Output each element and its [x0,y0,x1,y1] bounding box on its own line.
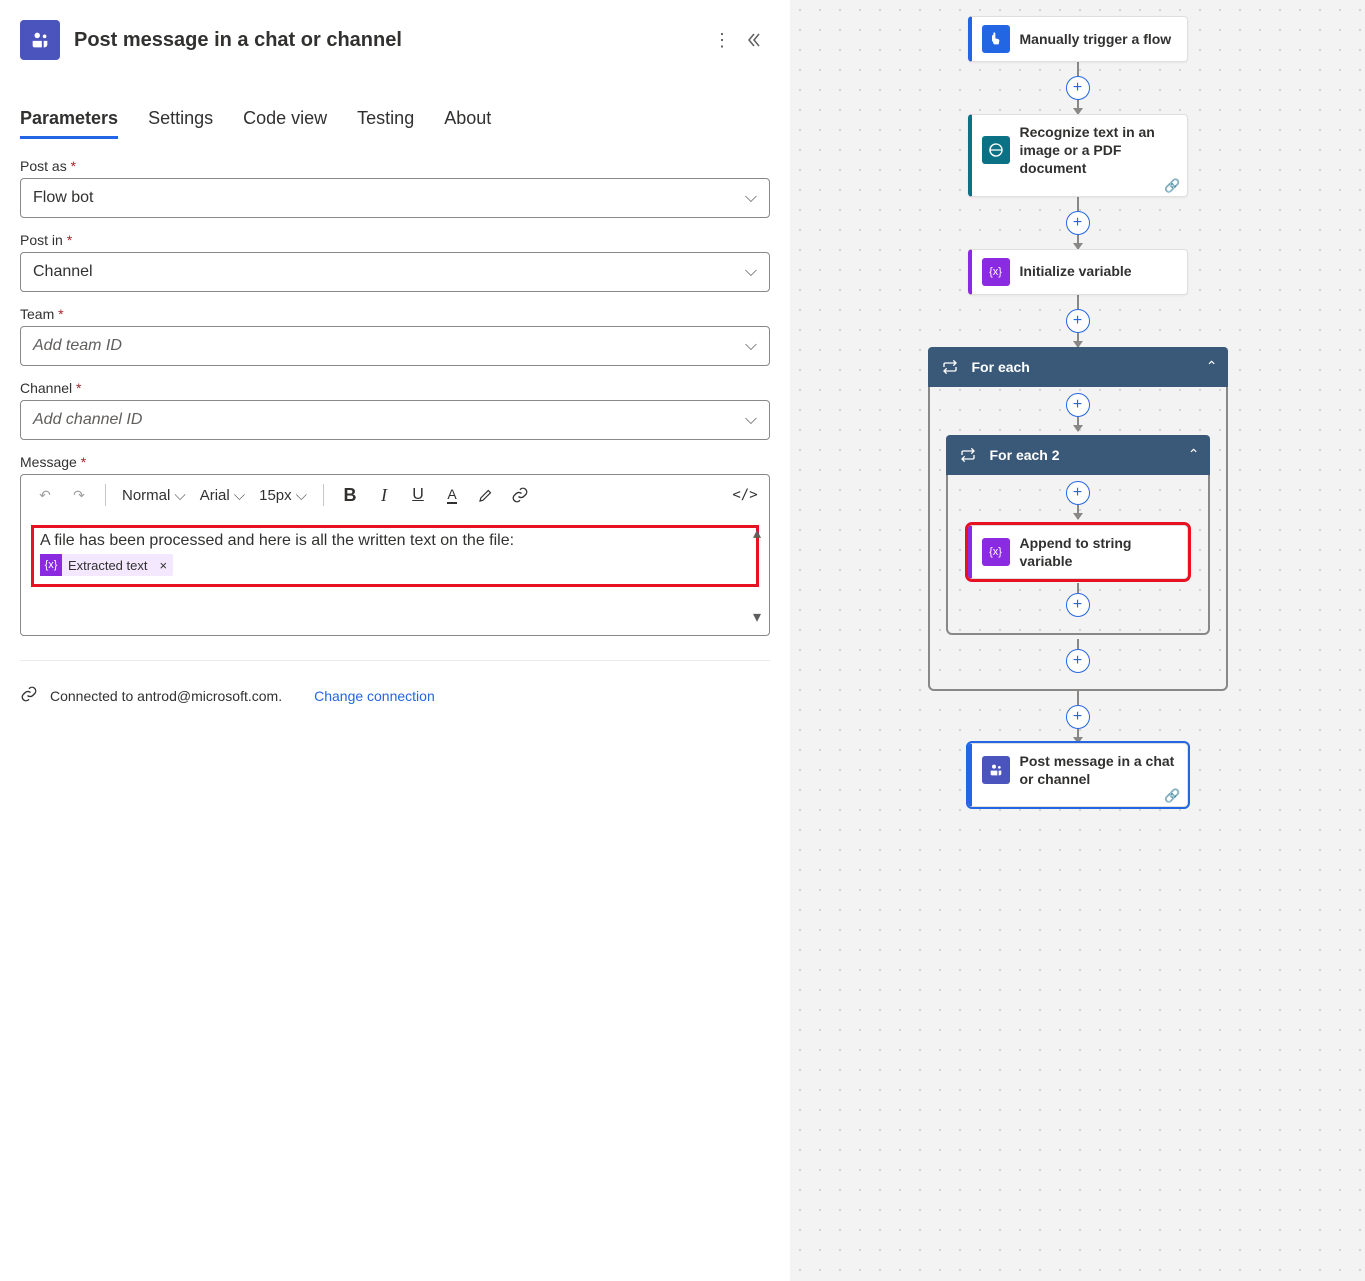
field-post-as: Post as Flow bot ⌵ [20,158,770,218]
panel-header: Post message in a chat or channel ⋮ [20,0,770,80]
underline-button[interactable]: U [404,481,432,509]
add-step-button[interactable]: + [1066,211,1090,235]
node-post-message[interactable]: Post message in a chat or channel 🔗 [968,743,1188,807]
code-view-button[interactable]: </> [731,481,759,509]
rich-text-editor: ↶ ↷ Normal⌵ Arial⌵ 15px⌵ B I U A [20,474,770,636]
select-post-in[interactable]: Channel ⌵ [20,252,770,292]
select-post-as[interactable]: Flow bot ⌵ [20,178,770,218]
add-step-button[interactable]: + [1066,76,1090,100]
tab-bar: Parameters Settings Code view Testing Ab… [20,100,770,138]
node-append-string[interactable]: {x} Append to string variable [968,525,1188,579]
undo-button[interactable]: ↶ [31,481,59,509]
more-button[interactable]: ⋮ [706,24,738,56]
link-button[interactable] [506,481,534,509]
scope-for-each-2[interactable]: For each 2 ⌃ + {x} Append to string vari… [946,435,1210,635]
node-title: Recognize text in an image or a PDF docu… [1020,123,1177,178]
label-message: Message [20,454,770,470]
node-manual-trigger[interactable]: Manually trigger a flow [968,16,1188,62]
dynamic-content-token[interactable]: {x} Extracted text × [40,554,173,576]
touch-icon [982,25,1010,53]
editor-scroll[interactable]: ▴▾ [753,523,767,627]
token-remove-button[interactable]: × [153,558,173,573]
scope-for-each[interactable]: For each ⌃ + For each 2 ⌃ + [928,347,1228,691]
config-panel: Post message in a chat or channel ⋮ Para… [0,0,790,1281]
scope-title: For each 2 [990,447,1188,463]
tab-about[interactable]: About [444,100,491,137]
node-initialize-variable[interactable]: {x} Initialize variable [968,249,1188,295]
teams-icon [20,20,60,60]
toolbar-separator [323,484,324,506]
link-icon: 🔗 [1164,788,1180,804]
collapse-scope-button[interactable]: ⌃ [1206,358,1218,375]
link-icon: 🔗 [1164,178,1180,194]
label-team: Team [20,306,770,322]
token-label: Extracted text [62,558,153,573]
change-connection-link[interactable]: Change connection [314,688,435,704]
tab-settings[interactable]: Settings [148,100,213,137]
field-team: Team Add team ID ⌵ [20,306,770,366]
label-post-in: Post in [20,232,770,248]
paragraph-style-select[interactable]: Normal⌵ [118,487,190,504]
add-step-button[interactable]: + [1066,705,1090,729]
connection-row: Connected to antrod@microsoft.com. Chang… [20,685,770,706]
add-step-button[interactable]: + [1066,309,1090,333]
teams-icon [982,756,1010,784]
toolbar-separator [105,484,106,506]
editor-toolbar: ↶ ↷ Normal⌵ Arial⌵ 15px⌵ B I U A [21,475,769,515]
panel-title: Post message in a chat or channel [74,29,706,52]
chevron-down-icon: ⌵ [745,411,757,429]
loop-icon [938,355,962,379]
select-channel[interactable]: Add channel ID ⌵ [20,400,770,440]
node-title: Manually trigger a flow [1020,30,1172,48]
collapse-scope-button[interactable]: ⌃ [1188,446,1200,463]
field-message: Message ↶ ↷ Normal⌵ Arial⌵ 15px⌵ B I U A [20,454,770,636]
label-post-as: Post as [20,158,770,174]
connection-icon [20,685,38,706]
scope-title: For each [972,359,1206,375]
add-step-button[interactable]: + [1066,593,1090,617]
node-title: Append to string variable [1020,534,1177,570]
editor-body[interactable]: A file has been processed and here is al… [21,515,769,635]
highlight-button[interactable] [472,481,500,509]
add-step-button[interactable]: + [1066,649,1090,673]
chevron-down-icon: ⌵ [745,189,757,207]
bold-button[interactable]: B [336,481,364,509]
node-title: Initialize variable [1020,262,1132,280]
redo-button[interactable]: ↷ [65,481,93,509]
field-post-in: Post in Channel ⌵ [20,232,770,292]
select-channel-placeholder: Add channel ID [33,411,142,429]
font-family-select[interactable]: Arial⌵ [196,487,249,504]
variable-icon: {x} [40,554,62,576]
node-title: Post message in a chat or channel [1020,752,1177,788]
editor-text: A file has been processed and here is al… [40,532,514,549]
add-step-button[interactable]: + [1066,481,1090,505]
divider [20,660,770,661]
chevron-down-icon: ⌵ [745,337,757,355]
variable-icon: {x} [982,538,1010,566]
tab-code-view[interactable]: Code view [243,100,327,137]
add-step-button[interactable]: + [1066,393,1090,417]
select-team-placeholder: Add team ID [33,337,122,355]
tab-parameters[interactable]: Parameters [20,100,118,137]
font-size-select[interactable]: 15px⌵ [255,487,311,504]
font-color-button[interactable]: A [438,481,466,509]
tab-testing[interactable]: Testing [357,100,414,137]
ai-builder-icon [982,136,1010,164]
flow-canvas[interactable]: Manually trigger a flow + Recognize text… [790,0,1365,1281]
variable-icon: {x} [982,258,1010,286]
loop-icon [956,443,980,467]
select-post-as-value: Flow bot [33,189,93,207]
chevron-down-icon: ⌵ [745,263,757,281]
select-post-in-value: Channel [33,263,93,281]
italic-button[interactable]: I [370,481,398,509]
node-recognize-text[interactable]: Recognize text in an image or a PDF docu… [968,114,1188,197]
label-channel: Channel [20,380,770,396]
collapse-button[interactable] [738,24,770,56]
field-channel: Channel Add channel ID ⌵ [20,380,770,440]
connection-text: Connected to antrod@microsoft.com. [50,688,282,704]
select-team[interactable]: Add team ID ⌵ [20,326,770,366]
